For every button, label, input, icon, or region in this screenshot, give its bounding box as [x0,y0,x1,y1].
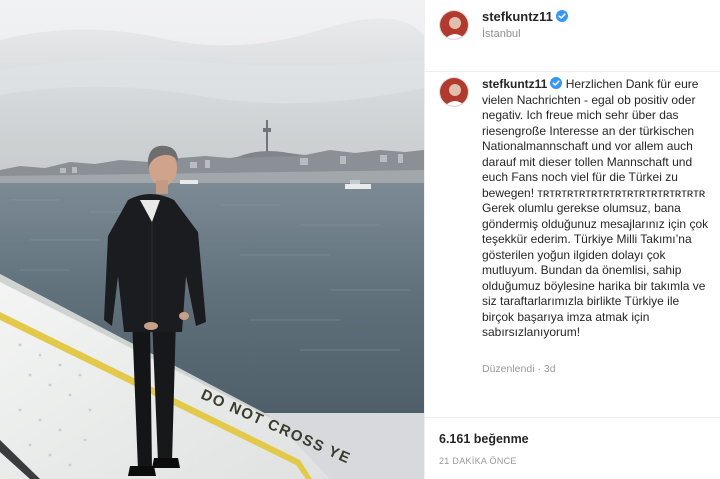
post-username[interactable]: stefkuntz11 [482,9,553,24]
caption-username[interactable]: stefkuntz11 [482,77,547,91]
avatar-image [440,11,468,39]
verified-badge-icon [555,10,568,22]
post-header: stefkuntz11 İstanbul [425,0,720,72]
post-footer: 6.161 beğenme 21 DAKİKA ÖNCE [425,417,720,479]
caption-age[interactable]: 3d [544,363,556,375]
caption-comment: stefkuntz11 Herzlichen Dank für eure vie… [425,73,720,417]
caption-meta: Düzenlendi · 3d [482,363,556,375]
post-details-panel: stefkuntz11 İstanbul stefkuntz11 Herzlic… [424,0,720,479]
likes-count[interactable]: 6.161 beğenme [439,432,529,446]
post-location[interactable]: İstanbul [482,28,521,40]
caption-text: Herzlichen Dank für eure vielen Nachrich… [482,77,709,339]
caption-user-avatar[interactable] [439,77,469,107]
meta-separator: · [537,363,541,375]
photo-scene: DO NOT CROSS YE [0,0,424,479]
edited-label: Düzenlendi [482,363,535,375]
user-avatar[interactable] [439,10,469,40]
post-photo[interactable]: DO NOT CROSS YE [0,0,424,479]
caption-text-block: stefkuntz11 Herzlichen Dank für eure vie… [482,77,714,341]
verified-badge-icon [550,77,563,89]
post-timestamp[interactable]: 21 DAKİKA ÖNCE [439,456,517,466]
avatar-image [440,78,468,106]
post-username-row: stefkuntz11 [482,9,568,24]
